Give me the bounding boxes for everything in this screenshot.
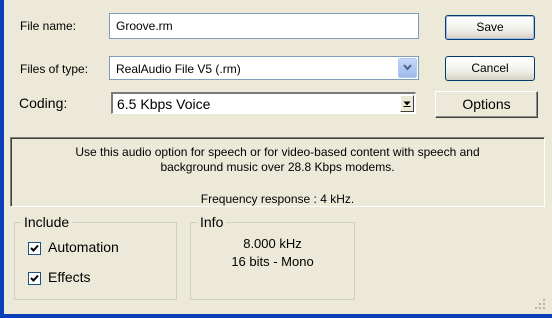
save-dialog: File name: Groove.rm Files of type: Real… <box>0 0 552 318</box>
checkmark-icon <box>30 274 39 282</box>
coding-dropdown[interactable]: 6.5 Kbps Voice <box>111 92 416 114</box>
filetype-dropdown-button[interactable] <box>398 58 417 78</box>
automation-checkbox[interactable] <box>28 242 41 255</box>
bit-depth-channels: 16 bits - Mono <box>231 254 314 269</box>
coding-dropdown-button[interactable] <box>400 95 414 112</box>
filetype-label: Files of type: <box>20 62 89 76</box>
description-line-1: Use this audio option for speech or for … <box>75 145 480 159</box>
save-button[interactable]: Save <box>445 15 535 40</box>
effects-label[interactable]: Effects <box>48 269 91 285</box>
automation-label[interactable]: Automation <box>48 239 119 255</box>
filename-label: File name: <box>20 19 77 33</box>
triangle-down-icon <box>403 101 411 107</box>
window-border-left <box>0 0 4 318</box>
info-group-title: Info <box>197 213 227 231</box>
checkmark-icon <box>30 244 39 252</box>
effects-checkbox[interactable] <box>28 272 41 285</box>
info-group: Info 8.000 kHz 16 bits - Mono <box>190 213 355 300</box>
description-panel: Use this audio option for speech or for … <box>10 137 545 207</box>
include-group-title: Include <box>21 213 73 231</box>
cancel-button[interactable]: Cancel <box>445 56 535 81</box>
description-line-2: background music over 28.8 Kbps modems. <box>160 160 395 174</box>
include-group: Include Automation Effects <box>14 213 177 300</box>
sample-rate: 8.000 kHz <box>243 236 302 251</box>
resize-grip-icon[interactable] <box>534 298 546 310</box>
filename-input[interactable]: Groove.rm <box>109 13 419 39</box>
window-border-bottom <box>0 314 552 318</box>
frequency-response: Frequency response : 4 kHz. <box>200 192 355 206</box>
chevron-down-icon <box>403 64 412 71</box>
filetype-dropdown[interactable]: RealAudio File V5 (.rm) <box>109 56 419 80</box>
options-button[interactable]: Options <box>435 91 538 118</box>
coding-label: Coding: <box>19 95 68 111</box>
coding-value: 6.5 Kbps Voice <box>117 96 211 112</box>
filetype-value: RealAudio File V5 (.rm) <box>116 62 241 76</box>
